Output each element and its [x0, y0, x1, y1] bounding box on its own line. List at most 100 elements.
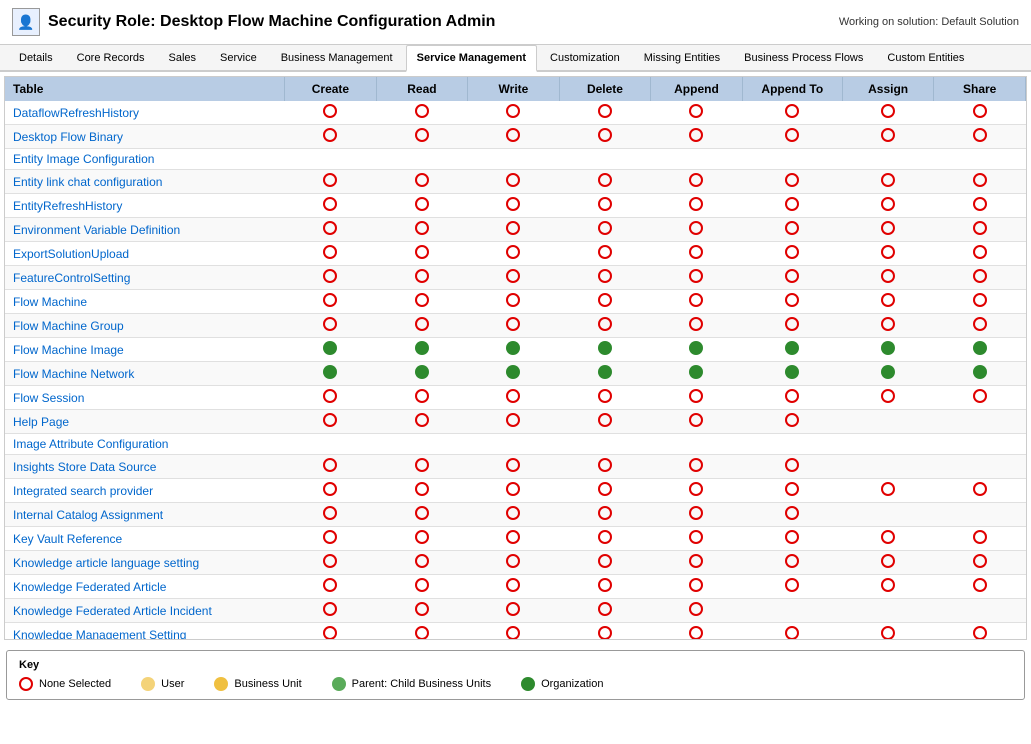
cell-assign[interactable] [842, 125, 934, 149]
cell-read[interactable] [376, 410, 468, 434]
cell-appendTo[interactable] [742, 455, 842, 479]
cell-share[interactable] [934, 338, 1026, 362]
cell-appendTo[interactable] [742, 386, 842, 410]
cell-assign[interactable] [842, 410, 934, 434]
cell-create[interactable] [285, 218, 377, 242]
row-name[interactable]: Knowledge Federated Article [5, 575, 285, 599]
cell-create[interactable] [285, 479, 377, 503]
cell-read[interactable] [376, 290, 468, 314]
cell-delete[interactable] [559, 527, 651, 551]
cell-write[interactable] [468, 290, 560, 314]
cell-appendTo[interactable] [742, 194, 842, 218]
cell-assign[interactable] [842, 575, 934, 599]
cell-delete[interactable] [559, 101, 651, 125]
cell-assign[interactable] [842, 551, 934, 575]
cell-write[interactable] [468, 410, 560, 434]
cell-read[interactable] [376, 242, 468, 266]
cell-read[interactable] [376, 386, 468, 410]
row-name[interactable]: Flow Machine Image [5, 338, 285, 362]
cell-delete[interactable] [559, 242, 651, 266]
cell-share[interactable] [934, 362, 1026, 386]
cell-assign[interactable] [842, 314, 934, 338]
cell-appendTo[interactable] [742, 623, 842, 641]
cell-delete[interactable] [559, 194, 651, 218]
cell-assign[interactable] [842, 599, 934, 623]
cell-write[interactable] [468, 551, 560, 575]
cell-create[interactable] [285, 527, 377, 551]
cell-create[interactable] [285, 149, 377, 170]
row-name[interactable]: FeatureControlSetting [5, 266, 285, 290]
cell-append[interactable] [651, 503, 743, 527]
cell-append[interactable] [651, 386, 743, 410]
cell-delete[interactable] [559, 386, 651, 410]
tab-details[interactable]: Details [8, 45, 64, 70]
cell-append[interactable] [651, 527, 743, 551]
cell-delete[interactable] [559, 599, 651, 623]
cell-write[interactable] [468, 170, 560, 194]
cell-share[interactable] [934, 479, 1026, 503]
row-name[interactable]: Internal Catalog Assignment [5, 503, 285, 527]
tab-service[interactable]: Service [209, 45, 268, 70]
cell-share[interactable] [934, 314, 1026, 338]
cell-create[interactable] [285, 266, 377, 290]
cell-read[interactable] [376, 101, 468, 125]
cell-appendTo[interactable] [742, 290, 842, 314]
cell-assign[interactable] [842, 170, 934, 194]
cell-write[interactable] [468, 575, 560, 599]
cell-append[interactable] [651, 194, 743, 218]
cell-read[interactable] [376, 551, 468, 575]
tab-business-management[interactable]: Business Management [270, 45, 404, 70]
cell-create[interactable] [285, 170, 377, 194]
cell-delete[interactable] [559, 218, 651, 242]
cell-delete[interactable] [559, 434, 651, 455]
cell-assign[interactable] [842, 149, 934, 170]
cell-create[interactable] [285, 599, 377, 623]
cell-create[interactable] [285, 125, 377, 149]
cell-assign[interactable] [842, 455, 934, 479]
cell-create[interactable] [285, 386, 377, 410]
cell-share[interactable] [934, 170, 1026, 194]
cell-append[interactable] [651, 101, 743, 125]
cell-create[interactable] [285, 551, 377, 575]
cell-share[interactable] [934, 125, 1026, 149]
cell-share[interactable] [934, 551, 1026, 575]
cell-share[interactable] [934, 623, 1026, 641]
tab-missing-entities[interactable]: Missing Entities [633, 45, 731, 70]
cell-delete[interactable] [559, 551, 651, 575]
cell-delete[interactable] [559, 503, 651, 527]
cell-create[interactable] [285, 338, 377, 362]
cell-appendTo[interactable] [742, 314, 842, 338]
cell-read[interactable] [376, 314, 468, 338]
cell-create[interactable] [285, 575, 377, 599]
cell-append[interactable] [651, 575, 743, 599]
cell-share[interactable] [934, 218, 1026, 242]
row-name[interactable]: Flow Session [5, 386, 285, 410]
cell-append[interactable] [651, 290, 743, 314]
cell-read[interactable] [376, 194, 468, 218]
cell-assign[interactable] [842, 290, 934, 314]
cell-assign[interactable] [842, 434, 934, 455]
cell-read[interactable] [376, 338, 468, 362]
row-name[interactable]: Flow Machine Network [5, 362, 285, 386]
cell-appendTo[interactable] [742, 218, 842, 242]
tab-service-management[interactable]: Service Management [406, 45, 537, 72]
cell-write[interactable] [468, 242, 560, 266]
cell-delete[interactable] [559, 149, 651, 170]
cell-delete[interactable] [559, 170, 651, 194]
row-name[interactable]: Knowledge Federated Article Incident [5, 599, 285, 623]
cell-append[interactable] [651, 599, 743, 623]
cell-appendTo[interactable] [742, 551, 842, 575]
cell-write[interactable] [468, 623, 560, 641]
cell-delete[interactable] [559, 266, 651, 290]
cell-append[interactable] [651, 242, 743, 266]
cell-write[interactable] [468, 362, 560, 386]
cell-delete[interactable] [559, 410, 651, 434]
cell-read[interactable] [376, 599, 468, 623]
cell-write[interactable] [468, 194, 560, 218]
cell-assign[interactable] [842, 218, 934, 242]
row-name[interactable]: Entity link chat configuration [5, 170, 285, 194]
cell-appendTo[interactable] [742, 503, 842, 527]
cell-write[interactable] [468, 314, 560, 338]
cell-appendTo[interactable] [742, 410, 842, 434]
cell-write[interactable] [468, 149, 560, 170]
